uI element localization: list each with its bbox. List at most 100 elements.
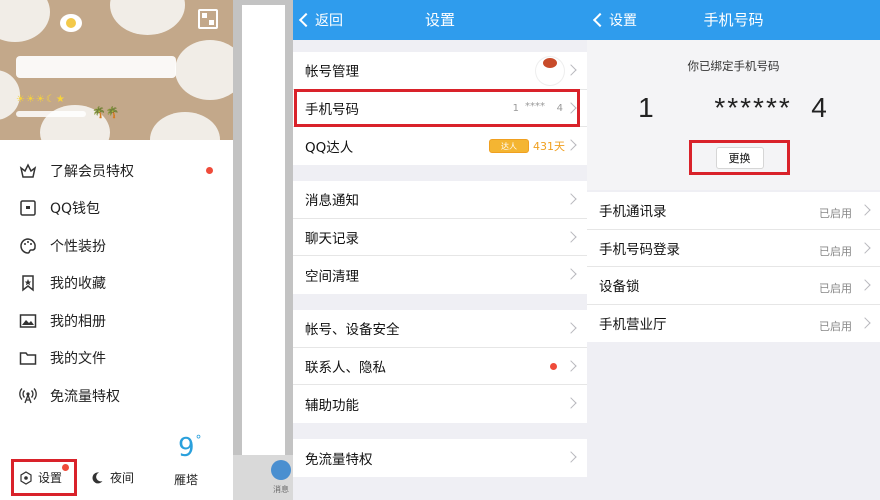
row-phone-number[interactable]: 手机号码 1 **** 4 [293,90,587,127]
chevron-right-icon [859,204,871,216]
palm-icon: 🌴🌴 [92,106,120,119]
row-label: 帐号、设备安全 [305,322,400,339]
conversation-list-peek [242,5,285,455]
menu-item-wallet[interactable]: QQ钱包 [0,190,233,228]
weather-city[interactable]: 雁塔 [174,471,198,488]
row-phone-login[interactable]: 手机号码登录 已启用 [587,230,880,267]
message-tab-icon[interactable] [271,460,291,480]
signal-icon [19,387,37,403]
qq-drawer: ☀☀☀☾★ 🌴🌴 了解会员特权 QQ钱包 个性装扮 我的收藏 我的相册 我的文件 [0,0,233,500]
row-mobile-hall[interactable]: 手机营业厅 已启用 [587,305,880,343]
row-label: 帐号管理 [305,64,359,81]
phone-features-group: 手机通讯录 已启用 手机号码登录 已启用 设备锁 已启用 手机营业厅 已启用 [587,192,880,342]
status-text: 已启用 [819,282,852,295]
row-label: 手机通讯录 [599,204,667,221]
chevron-left-icon [298,12,314,28]
settings-group-security: 帐号、设备安全 联系人、隐私 辅助功能 [293,310,587,423]
chevron-right-icon [565,322,577,334]
row-account-security[interactable]: 帐号、设备安全 [293,310,587,348]
row-label: 联系人、隐私 [305,359,386,376]
settings-group-data: 免流量特权 [293,439,587,477]
menu-item-label: 免流量特权 [50,388,120,405]
chevron-left-icon [592,12,608,28]
crown-icon [19,163,37,178]
temperature-value: 9 [178,433,195,463]
bookmark-icon [22,275,34,292]
back-button[interactable]: 返回 [298,0,343,40]
row-label: 聊天记录 [305,230,359,247]
row-phone-contacts[interactable]: 手机通讯录 已启用 [587,192,880,230]
settings-label: 设置 [38,471,63,485]
highlight-box: 更换 [689,140,790,175]
back-button[interactable]: 设置 [592,0,637,40]
menu-item-label: 个性装扮 [50,238,106,255]
phone-prefix: 1 [512,102,519,114]
level-icons: ☀☀☀☾★ [16,94,66,105]
folder-icon [19,352,37,365]
row-free-data[interactable]: 免流量特权 [293,439,587,477]
status-text: 已启用 [819,207,852,220]
row-label: 手机号码登录 [599,241,680,258]
row-contacts-privacy[interactable]: 联系人、隐私 [293,348,587,385]
settings-button[interactable]: 设置 [11,459,77,496]
phone-number-screen: 手机号码 设置 你已绑定手机号码 1 ****** 4 更换 手机通讯录 已启用… [587,0,880,500]
new-badge [550,362,557,370]
chevron-right-icon [565,451,577,463]
row-label: 辅助功能 [305,397,359,414]
settings-group-messages: 消息通知 聊天记录 空间清理 [293,181,587,294]
settings-screen: 设置 返回 帐号管理 手机号码 1 **** 4 QQ达人 达人 431天 消息… [293,0,587,500]
photo-icon [19,314,37,328]
chevron-right-icon [565,230,577,243]
bound-label: 你已绑定手机号码 [687,59,780,73]
chevron-right-icon [565,193,577,205]
back-label: 返回 [315,13,343,29]
main-screen-peek[interactable]: 消息 [233,0,293,500]
drawer-menu: 了解会员特权 QQ钱包 个性装扮 我的收藏 我的相册 我的文件 免流量特权 [0,152,233,415]
qr-code-icon[interactable] [198,9,218,29]
menu-item-free-data[interactable]: 免流量特权 [0,377,233,415]
chevron-right-icon [565,268,577,280]
chevron-right-icon [565,64,577,76]
row-label: 免流量特权 [305,451,373,468]
menu-item-files[interactable]: 我的文件 [0,340,233,378]
menu-item-label: 了解会员特权 [50,163,134,180]
moon-icon [92,471,103,483]
menu-item-album[interactable]: 我的相册 [0,302,233,340]
row-qq-talent[interactable]: QQ达人 达人 431天 [293,127,587,165]
status-text: 已启用 [819,244,852,258]
profile-header[interactable]: ☀☀☀☾★ 🌴🌴 [0,0,233,140]
night-mode-button[interactable]: 夜间 [90,469,134,486]
menu-item-favorites[interactable]: 我的收藏 [0,265,233,303]
row-account-management[interactable]: 帐号管理 [293,52,587,90]
chevron-right-icon [565,139,577,151]
menu-item-label: 我的相册 [50,313,106,330]
menu-item-theme[interactable]: 个性装扮 [0,227,233,265]
gear-icon [20,470,32,485]
chevron-right-icon [565,101,577,114]
weather-temperature[interactable]: 9° [178,433,202,463]
signature [16,111,86,117]
phone-number: 1 ****** 4 [638,92,829,123]
talent-days: 431天 [533,140,565,153]
nickname [16,56,176,78]
drawer-footer: 设置 夜间 9° 雁塔 [0,433,233,500]
phone-mask: **** [525,100,545,112]
row-storage-cleanup[interactable]: 空间清理 [293,256,587,294]
row-label: QQ达人 [305,139,354,156]
chevron-right-icon [859,241,871,254]
row-label: 手机营业厅 [599,317,667,334]
row-accessibility[interactable]: 辅助功能 [293,385,587,423]
row-device-lock[interactable]: 设备锁 已启用 [587,267,880,305]
phone-suffix: 4 [556,102,563,114]
bound-phone-card: 你已绑定手机号码 1 ****** 4 更换 [587,40,880,190]
talent-icon: 达人 [489,139,529,153]
chevron-right-icon [565,359,577,372]
row-label: 手机号码 [305,101,359,118]
talent-badge: 达人 431天 [489,138,565,154]
row-chat-history[interactable]: 聊天记录 [293,219,587,256]
chevron-right-icon [565,397,577,409]
menu-item-vip[interactable]: 了解会员特权 [0,152,233,190]
tab-bar-peek: 消息 [233,455,293,500]
row-notifications[interactable]: 消息通知 [293,181,587,219]
change-number-button[interactable]: 更换 [715,146,764,169]
